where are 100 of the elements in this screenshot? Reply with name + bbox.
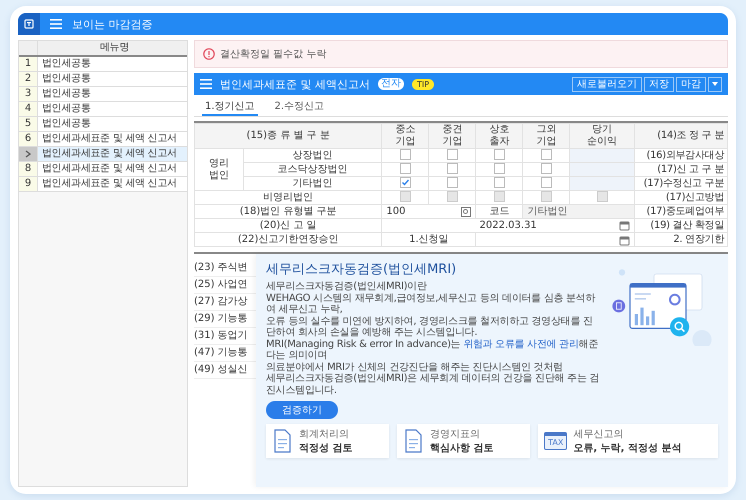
checkbox[interactable] xyxy=(540,177,552,188)
row-label: (22)신고기한연장승인 xyxy=(194,232,382,246)
form-title: 법인세과세표준 및 세액신고서 xyxy=(220,76,370,92)
panel-title: 세무리스크자동검증(법인세MRI) xyxy=(266,261,458,278)
column-header: 그외 기업 xyxy=(522,124,570,148)
description-line: 오류 등의 실수를 미연에 방지하여, 경영리스크를 철저히하고 경영상태를 진단하여 회사의 손실을 예방해 주는 시스템입니다. xyxy=(266,316,594,338)
menu-row[interactable]: 6 법인세과세표준 및 세액 신고서 xyxy=(19,132,187,147)
row-label: (17)중도폐업여부 xyxy=(634,204,728,218)
row-number: 1 xyxy=(24,57,32,71)
column-header: (15)종 류 별 구 분 xyxy=(194,124,382,148)
tax-window-icon: TAX xyxy=(544,432,568,450)
row-label: (20)신 고 일 xyxy=(194,218,382,232)
menu-name: 법인세공통 xyxy=(41,117,92,131)
menu-row[interactable]: 1 법인세공통 xyxy=(19,57,187,72)
menu-icon[interactable] xyxy=(200,78,212,90)
column-header: 상호 출자 xyxy=(476,124,523,148)
row-number: 4 xyxy=(24,102,32,116)
calendar-icon xyxy=(619,235,630,246)
row-label: (17)수정신고 구분 xyxy=(634,176,728,190)
row-label: 기타법인 xyxy=(243,176,382,190)
menu-name: 법인세공통 xyxy=(41,57,92,71)
menu-row[interactable]: 4 법인세공통 xyxy=(19,102,187,117)
card-title: 핵심사항 검토 xyxy=(430,442,494,455)
checkbox[interactable] xyxy=(494,163,505,174)
tab[interactable]: 1.정기신고 xyxy=(202,99,258,116)
menu-name: 법인세공통 xyxy=(41,72,92,86)
menu-row[interactable]: 2 법인세공통 xyxy=(19,72,187,87)
column-header: 당기 순이익 xyxy=(570,124,634,148)
row-label: 2. 연장기한 xyxy=(634,232,728,246)
tip-badge[interactable]: TIP xyxy=(412,78,434,90)
card-caption: 회계처리의 xyxy=(299,428,350,441)
row-number: 5 xyxy=(24,117,32,131)
row-label: (18)법인 유형별 구분 xyxy=(194,204,382,218)
row-label: 영리 법인 xyxy=(194,148,244,190)
toolbar-button[interactable]: 새로불러오기 xyxy=(572,76,642,92)
table-cell: 1.신청일 xyxy=(382,232,476,246)
app-title: 보이는 마감검증 xyxy=(72,16,152,32)
chevron-right-icon xyxy=(25,150,31,158)
column-header: 메뉴명 xyxy=(98,41,130,55)
checkmark-icon xyxy=(400,178,410,188)
menu-row[interactable]: 3 법인세공통 xyxy=(19,87,187,102)
row-number: 2 xyxy=(24,72,32,86)
row-label: 코스닥상장법인 xyxy=(243,162,382,176)
card-caption: 세무신고의 xyxy=(573,428,624,441)
description-line: 의료분야에서 MRI가 신체의 건강진단을 해주는 진단시스템인 것처럼 xyxy=(266,362,564,373)
menu-name: 법인세과세표준 및 세액 신고서 xyxy=(41,132,178,146)
document-icon xyxy=(403,429,424,453)
menu-icon[interactable] xyxy=(50,18,62,30)
menu-row[interactable]: 법인세과세표준 및 세액 신고서 xyxy=(19,147,187,162)
menu-row[interactable]: 5 법인세공통 xyxy=(19,117,187,132)
alert-message: 결산확정일 필수값 누락 xyxy=(220,48,326,61)
checkbox[interactable] xyxy=(400,149,411,160)
checkbox[interactable] xyxy=(400,177,411,188)
column-header: (14)조 정 구 분 xyxy=(634,124,728,148)
menu-name: 법인세공통 xyxy=(41,87,92,101)
row-label: (17)신 고 구 분 xyxy=(634,162,728,176)
checkbox[interactable] xyxy=(446,163,458,174)
tab[interactable]: 2.수정신고 xyxy=(272,99,328,116)
card-title: 오류, 누락, 적정성 분석 xyxy=(573,442,682,455)
description-line: 세무리스크자동검증(법인세MRI)은 세무회계 데이터의 건강을 진단해 주는 검진시스템입니다. xyxy=(266,373,600,396)
readonly-field: 기타법인 xyxy=(523,205,634,218)
checkbox[interactable] xyxy=(494,149,505,160)
description-line: WEHAGO 시스템의 재무회계,급여정보,세무신고 등의 데이터를 심층 분석하여 세무신고 누락, xyxy=(266,292,596,316)
row-label: (16)외부감사대상 xyxy=(634,148,728,162)
search-icon xyxy=(461,206,472,216)
toolbar-button[interactable]: 마감 xyxy=(676,76,706,92)
document-icon xyxy=(272,429,293,453)
checkbox[interactable] xyxy=(400,163,411,174)
error-icon xyxy=(203,48,215,60)
menu-name: 법인세공통 xyxy=(41,102,92,116)
column-header: 중견 기업 xyxy=(428,124,476,148)
menu-name: 법인세과세표준 및 세액 신고서 xyxy=(41,177,178,191)
checkbox[interactable] xyxy=(540,163,552,174)
checkbox[interactable] xyxy=(446,149,458,160)
badge: 전자 xyxy=(378,78,404,90)
row-number: 6 xyxy=(24,132,32,146)
row-label: (19) 결산 확정일 xyxy=(634,218,728,232)
menu-name: 법인세과세표준 및 세액 신고서 xyxy=(41,147,178,161)
toolbar-button[interactable]: 저장 xyxy=(644,76,674,92)
column-header: 중소 기업 xyxy=(382,124,429,148)
description-line: MRI(Managing Risk & error In advance)는 위험과 오류를 사전에 관리해준다는 의미이며 xyxy=(266,338,600,362)
menu-name: 법인세과세표준 및 세액 신고서 xyxy=(41,162,178,176)
checkbox[interactable] xyxy=(494,177,505,188)
card-title: 적정성 검토 xyxy=(299,442,352,455)
verify-button[interactable]: 검증하기 xyxy=(266,401,338,419)
calendar-icon xyxy=(619,220,630,231)
row-label: 비영리법인 xyxy=(194,190,382,204)
checkbox[interactable] xyxy=(446,177,458,188)
dropdown-button[interactable] xyxy=(708,76,722,92)
caret-icon xyxy=(712,82,718,86)
t-square-icon xyxy=(24,19,34,29)
checkbox[interactable] xyxy=(540,149,552,160)
menu-row[interactable]: 9 법인세과세표준 및 세액 신고서 xyxy=(19,177,187,192)
row-number: 3 xyxy=(24,87,32,101)
menu-row[interactable]: 8 법인세과세표준 및 세액 신고서 xyxy=(19,162,187,177)
row-number: 9 xyxy=(24,177,32,191)
card-caption: 경영지표의 xyxy=(430,428,482,441)
row-number: 8 xyxy=(24,162,32,176)
description-line: 세무리스크자동검증(법인세MRI)이란 xyxy=(266,281,428,292)
row-label: 상장법인 xyxy=(243,148,382,162)
